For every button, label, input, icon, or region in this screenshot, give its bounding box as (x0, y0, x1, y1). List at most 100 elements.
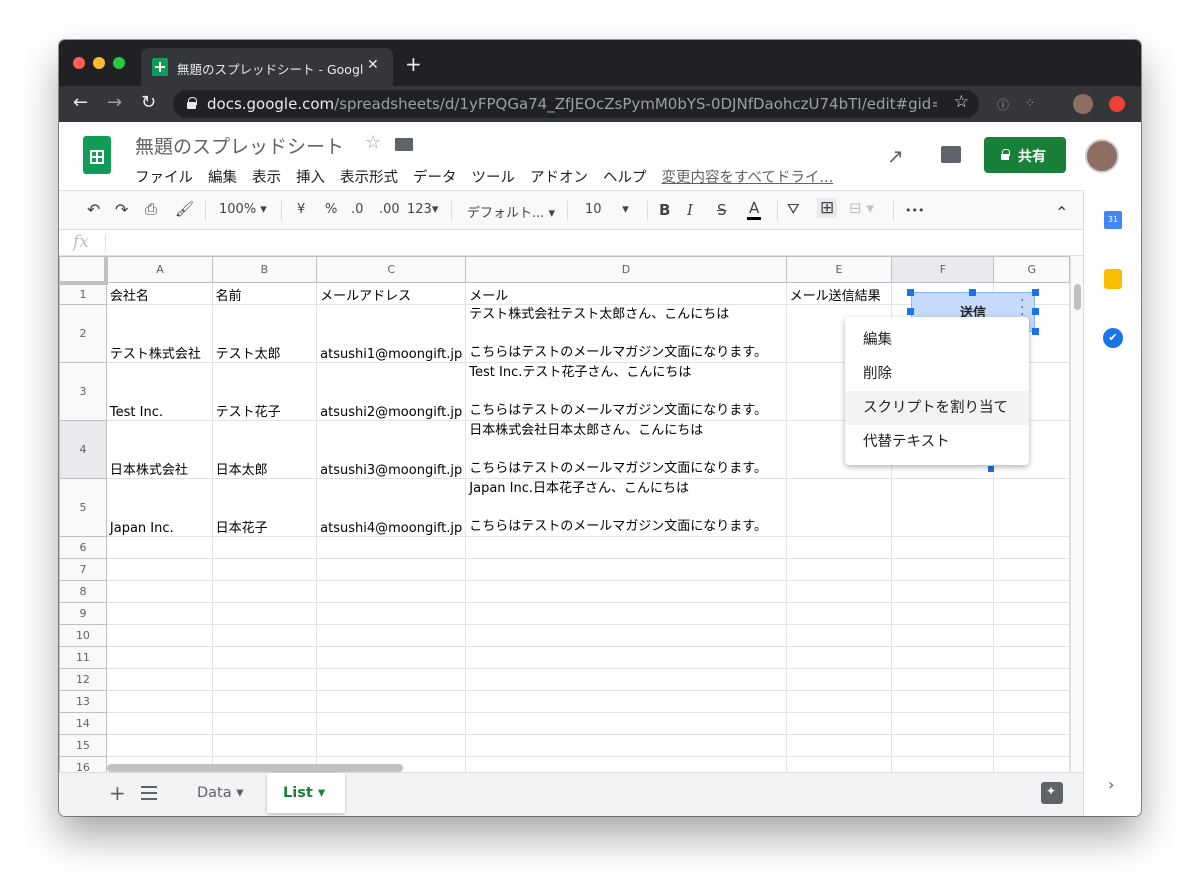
info-extension-icon[interactable]: ⓘ (997, 96, 1009, 113)
text-color-button[interactable]: A (747, 199, 762, 220)
back-button[interactable]: ← (73, 92, 88, 113)
update-icon[interactable] (1109, 96, 1125, 112)
more-options-button[interactable]: ••• (905, 204, 924, 217)
menu-help[interactable]: ヘルプ (603, 166, 647, 187)
cell[interactable]: テスト太郎 (211, 304, 318, 363)
row-header[interactable]: 12 (59, 668, 107, 691)
share-button[interactable]: 共有 (984, 137, 1066, 173)
cell[interactable]: 日本太郎 (211, 420, 318, 479)
resize-handle[interactable] (969, 289, 976, 296)
account-avatar[interactable] (1085, 139, 1119, 173)
cell[interactable]: テスト花子 (211, 362, 318, 421)
menu-tools[interactable]: ツール (472, 166, 516, 187)
expand-panel-icon[interactable]: › (1108, 775, 1114, 794)
vertical-scrollbar[interactable] (1070, 256, 1083, 772)
row-header[interactable]: 9 (59, 602, 107, 625)
cell[interactable]: atsushi2@moongift.jp (316, 362, 467, 421)
row-header[interactable]: 3 (59, 362, 107, 421)
resize-handle[interactable] (1032, 328, 1039, 335)
cell[interactable]: Test Inc. (105, 362, 213, 421)
row-header[interactable]: 1 (59, 282, 107, 305)
cell[interactable]: 名前 (211, 282, 318, 305)
folder-icon[interactable] (395, 138, 413, 151)
cell[interactable]: 日本株式会社日本太郎さん、こんにちは こちらはテストのメールマガジン文面になりま… (465, 420, 787, 479)
column-header[interactable]: C (316, 256, 467, 283)
row-header[interactable]: 7 (59, 558, 107, 581)
menu-file[interactable]: ファイル (135, 166, 193, 187)
browser-tab[interactable]: 無題のスプレッドシート - Google ✕ (141, 48, 393, 86)
column-header[interactable]: F (891, 256, 995, 283)
address-bar[interactable]: docs.google.com/spreadsheets/d/1yFPQGa74… (173, 90, 979, 118)
bold-button[interactable]: B (659, 201, 670, 219)
cell[interactable]: メール (465, 282, 787, 305)
row-header[interactable]: 10 (59, 624, 107, 647)
close-tab-icon[interactable]: ✕ (367, 57, 379, 73)
comment-icon[interactable] (941, 146, 961, 163)
cell[interactable]: メールアドレス (316, 282, 467, 305)
cell[interactable]: 日本株式会社 (105, 420, 213, 479)
menu-addons[interactable]: アドオン (530, 166, 588, 187)
row-header[interactable]: 2 (59, 304, 107, 363)
strikethrough-button[interactable]: S (717, 201, 727, 219)
menu-item-delete[interactable]: 削除 (845, 357, 1029, 391)
row-header[interactable]: 11 (59, 646, 107, 669)
cell[interactable]: Japan Inc.日本花子さん、こんにちは こちらはテストのメールマガジン文面… (465, 478, 787, 537)
column-header[interactable]: B (211, 256, 318, 283)
column-header[interactable]: G (993, 256, 1070, 283)
cell[interactable]: Japan Inc. (105, 478, 213, 537)
menu-edit[interactable]: 編集 (208, 166, 237, 187)
all-sheets-icon[interactable] (141, 786, 157, 800)
cell[interactable]: メール送信結果 (785, 282, 893, 305)
minimize-window-button[interactable] (93, 57, 105, 69)
font-size-select[interactable]: 10 ▾ (585, 202, 629, 217)
scroll-thumb[interactable] (1074, 284, 1081, 310)
row-header[interactable]: 8 (59, 580, 107, 603)
calendar-icon[interactable]: 31 (1104, 211, 1122, 229)
menu-item-alt-text[interactable]: 代替テキスト (845, 425, 1029, 459)
menu-insert[interactable]: 挿入 (296, 166, 325, 187)
bookmark-star-icon[interactable]: ☆ (954, 92, 969, 112)
sheet-tab-data[interactable]: Data ▾ (181, 773, 265, 813)
percent-format-button[interactable]: % (325, 202, 337, 217)
row-header[interactable]: 4 (59, 420, 107, 479)
collapse-chevron-icon[interactable]: ⌃ (1055, 203, 1068, 222)
cell[interactable]: atsushi4@moongift.jp (316, 478, 467, 537)
url-text[interactable]: docs.google.com/spreadsheets/d/1yFPQGa74… (207, 95, 937, 113)
cell[interactable] (785, 478, 893, 537)
redo-icon[interactable]: ↷ (115, 200, 128, 219)
resize-handle[interactable] (907, 289, 914, 296)
number-format-select[interactable]: 123▾ (407, 202, 438, 217)
resize-handle[interactable] (1032, 289, 1039, 296)
menu-item-edit[interactable]: 編集 (845, 323, 1029, 357)
cell[interactable]: テスト株式会社テスト太郎さん、こんにちは こちらはテストのメールマガジン文面にな… (465, 304, 787, 363)
undo-icon[interactable]: ↶ (87, 200, 100, 219)
formula-bar[interactable]: fx (59, 230, 1083, 256)
resize-handle[interactable] (907, 308, 914, 315)
close-window-button[interactable] (73, 57, 85, 69)
cell[interactable]: 会社名 (105, 282, 213, 305)
zoom-select[interactable]: 100% ▾ (219, 202, 267, 217)
keep-icon[interactable] (1104, 269, 1122, 289)
menu-view[interactable]: 表示 (252, 166, 281, 187)
paint-format-icon[interactable]: 🖌 (175, 200, 194, 218)
cell[interactable] (993, 478, 1070, 537)
tasks-icon[interactable]: ✔ (1103, 328, 1123, 348)
fill-color-icon[interactable]: ⛛ (787, 200, 800, 218)
sheets-logo-icon[interactable] (83, 136, 111, 174)
cell[interactable]: Test Inc.テスト花子さん、こんにちは こちらはテストのメールマガジン文面… (465, 362, 787, 421)
column-header[interactable]: D (465, 256, 787, 283)
menu-data[interactable]: データ (413, 166, 457, 187)
print-icon[interactable]: ⎙ (145, 200, 157, 218)
font-select[interactable]: デフォルト... ▾ (467, 202, 555, 221)
borders-icon[interactable]: ⊞ (817, 198, 838, 218)
menu-format[interactable]: 表示形式 (340, 166, 398, 187)
row-header[interactable]: 14 (59, 712, 107, 735)
row-header[interactable]: 5 (59, 478, 107, 537)
decrease-decimal-button[interactable]: .0 (351, 202, 363, 217)
row-header[interactable]: 16 (59, 756, 107, 772)
drawing-menu-icon[interactable]: · · · (1020, 294, 1024, 322)
cell[interactable]: テスト株式会社 (105, 304, 213, 363)
row-header[interactable]: 15 (59, 734, 107, 757)
maximize-window-button[interactable] (113, 57, 125, 69)
currency-format-button[interactable]: ¥ (297, 202, 305, 217)
